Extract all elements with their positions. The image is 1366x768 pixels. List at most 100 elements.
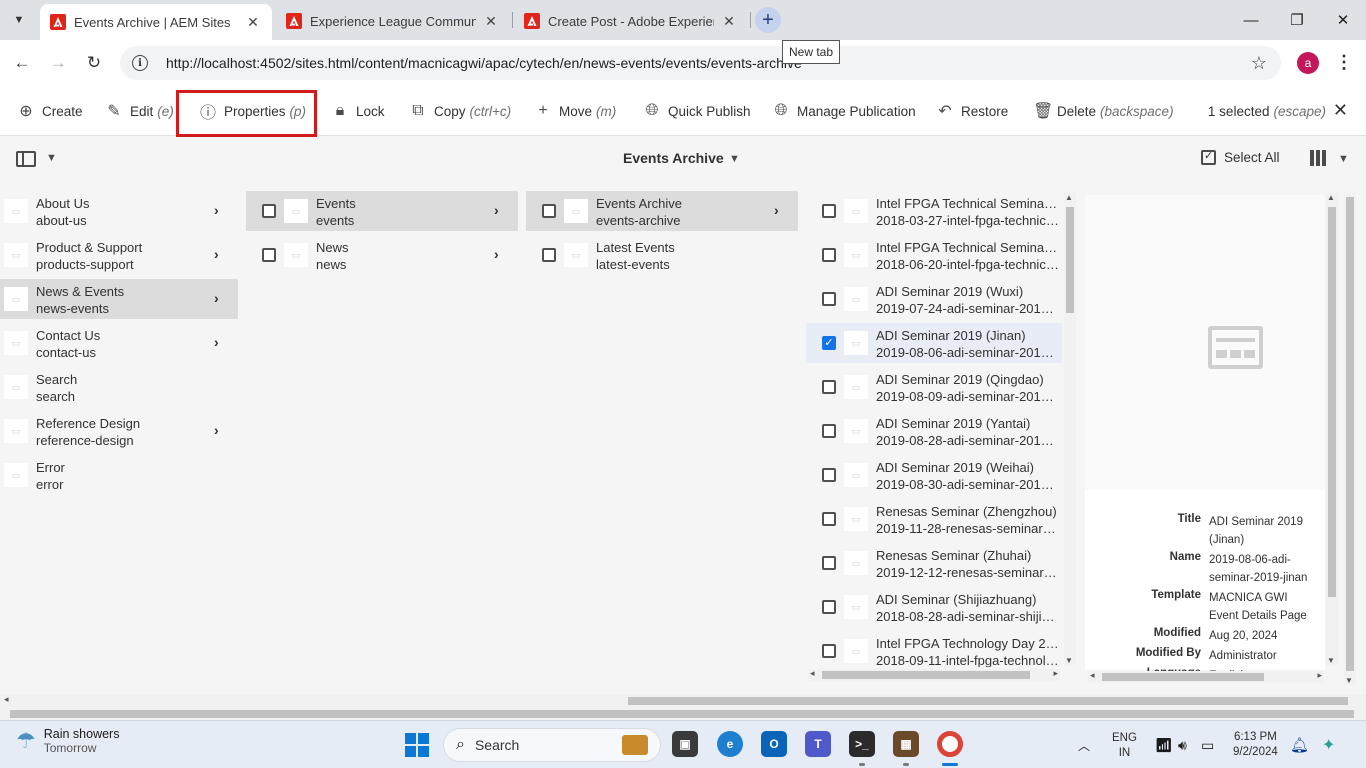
item-checkbox-checked[interactable]: ✓	[822, 336, 836, 350]
restore-button[interactable]: ↶ Restore	[937, 86, 1008, 136]
preview-hscrollbar[interactable]: ◂ ▸	[1088, 670, 1324, 683]
list-item[interactable]: ▭ Reference Design reference-design ›	[0, 411, 238, 451]
list-item[interactable]: ▭ Search search	[0, 367, 238, 407]
list-item[interactable]: ▭ Events Archive events-archive ›	[526, 191, 798, 231]
copy-button[interactable]: ⧉ Copy (ctrl+c)	[410, 86, 511, 136]
list-item[interactable]: ▭ Latest Events latest-events	[526, 235, 798, 275]
item-checkbox[interactable]	[822, 556, 836, 570]
list-item[interactable]: ▭ ADI Seminar 2019 (Wuxi) 2019-07-24-adi…	[806, 279, 1062, 319]
scrollbar-thumb[interactable]	[628, 697, 1348, 705]
move-button[interactable]: + Move (m)	[535, 86, 616, 136]
scroll-right-icon[interactable]: ▸	[1053, 668, 1058, 679]
minimize-icon[interactable]: —	[1228, 6, 1274, 34]
teams-icon[interactable]: T	[805, 731, 831, 757]
create-button[interactable]: ⊕ Create	[18, 86, 82, 136]
manage-publication-button[interactable]: 🌐︎ Manage Publication	[773, 86, 916, 136]
speaker-icon[interactable]: 🔊︎	[1178, 721, 1187, 768]
notification-bell-icon[interactable]: 🔔︎	[1290, 721, 1309, 768]
maximize-icon[interactable]: ❐	[1274, 6, 1320, 34]
taskbar-search[interactable]: ⌕ Search	[443, 728, 661, 762]
edge-icon[interactable]: e	[717, 731, 743, 757]
terminal-icon[interactable]: >_	[849, 731, 875, 757]
preview-scrollbar[interactable]: ▲ ▼	[1326, 193, 1338, 665]
scroll-up-icon[interactable]: ▲	[1327, 193, 1335, 202]
item-checkbox[interactable]	[822, 600, 836, 614]
app-icon[interactable]: ▦	[893, 731, 919, 757]
scroll-left-icon[interactable]: ◂	[4, 694, 9, 705]
list-item[interactable]: ▭ ADI Seminar 2019 (Yantai) 2019-08-28-a…	[806, 411, 1062, 451]
site-info-icon[interactable]: i	[132, 55, 148, 71]
list-item[interactable]: ▭ News & Events news-events ›	[0, 279, 238, 319]
scroll-down-icon[interactable]: ▼	[1345, 676, 1353, 685]
scrollbar-thumb[interactable]	[1102, 673, 1264, 681]
omnibox[interactable]: i http://localhost:4502/sites.html/conte…	[120, 46, 1281, 80]
browser-menu-icon[interactable]: ⋮	[1335, 52, 1353, 73]
scroll-left-icon[interactable]: ◂	[810, 668, 815, 679]
edit-button[interactable]: ✎ Edit (e)	[106, 86, 173, 136]
close-window-icon[interactable]: ✕	[1320, 6, 1366, 34]
page-title[interactable]: Events Archive	[623, 150, 724, 166]
quick-publish-button[interactable]: 🌐︎ Quick Publish	[644, 86, 751, 136]
scroll-down-icon[interactable]: ▼	[1327, 656, 1335, 665]
tray-overflow-icon[interactable]: ︿	[1078, 721, 1090, 768]
list-item[interactable]: ▭ ADI Seminar (Shijiazhuang) 2018-08-28-…	[806, 587, 1062, 627]
list-item[interactable]: ✓ ▭ ADI Seminar 2019 (Jinan) 2019-08-06-…	[806, 323, 1062, 363]
task-view-icon[interactable]: ▣	[672, 731, 698, 757]
item-checkbox[interactable]	[262, 248, 276, 262]
tab-create-post[interactable]: Create Post - Adobe Experience ✕	[514, 4, 748, 38]
list-item[interactable]: ▭ Contact Us contact-us ›	[0, 323, 238, 363]
chevron-down-icon[interactable]: ▼	[46, 152, 57, 164]
item-checkbox[interactable]	[542, 248, 556, 262]
item-checkbox[interactable]	[822, 204, 836, 218]
item-checkbox[interactable]	[822, 380, 836, 394]
scrollbar-thumb[interactable]	[10, 710, 1354, 718]
close-tab-icon[interactable]: ✕	[244, 13, 262, 31]
item-checkbox[interactable]	[822, 248, 836, 262]
chevron-down-icon[interactable]: ▼	[729, 153, 740, 165]
weather-widget[interactable]: ☂ Rain showers Tomorrow	[16, 727, 119, 755]
browser-hscrollbar[interactable]	[0, 708, 1366, 720]
scroll-right-icon[interactable]: ▸	[1317, 670, 1322, 681]
list-item[interactable]: ▭ ADI Seminar 2019 (Weihai) 2019-08-30-a…	[806, 455, 1062, 495]
item-checkbox[interactable]	[822, 644, 836, 658]
battery-icon[interactable]: ▭	[1201, 721, 1214, 768]
new-tab-button[interactable]: +	[755, 7, 781, 33]
column-4-scrollbar[interactable]: ▲ ▼	[1064, 193, 1076, 665]
copilot-icon[interactable]: ✦	[1322, 721, 1335, 768]
chevron-down-icon[interactable]: ▼	[1338, 153, 1349, 165]
list-item[interactable]: ▭ Renesas Seminar (Zhengzhou) 2019-11-28…	[806, 499, 1062, 539]
chrome-icon[interactable]	[937, 731, 963, 757]
outer-scrollbar[interactable]: ▼	[1344, 193, 1356, 685]
windows-start-icon[interactable]	[405, 733, 429, 757]
list-item[interactable]: ▭ Events events ›	[246, 191, 518, 231]
item-checkbox[interactable]	[822, 512, 836, 526]
scrollbar-thumb[interactable]	[1346, 197, 1354, 671]
item-checkbox[interactable]	[822, 424, 836, 438]
delete-button[interactable]: 🗑︎ Delete (backspace)	[1033, 86, 1174, 136]
item-checkbox[interactable]	[262, 204, 276, 218]
back-arrow-icon[interactable]: ←	[9, 50, 35, 76]
close-selection-icon[interactable]: ✕	[1333, 100, 1348, 121]
item-checkbox[interactable]	[822, 292, 836, 306]
scrollbar-thumb[interactable]	[1066, 207, 1074, 313]
bookmark-star-icon[interactable]: ☆	[1251, 53, 1267, 74]
tab-experience-league[interactable]: Experience League Community ✕	[276, 4, 510, 38]
list-item[interactable]: ▭ Renesas Seminar (Zhuhai) 2019-12-12-re…	[806, 543, 1062, 583]
item-checkbox[interactable]	[542, 204, 556, 218]
reload-icon[interactable]: ↻	[81, 50, 107, 76]
scroll-down-icon[interactable]: ▼	[1065, 656, 1073, 665]
close-tab-icon[interactable]: ✕	[482, 12, 500, 30]
tab-aem-sites[interactable]: Events Archive | AEM Sites ✕	[40, 4, 272, 40]
wifi-icon[interactable]: 📶︎	[1155, 721, 1173, 768]
tab-search-chevron-icon[interactable]: ▼	[6, 8, 32, 32]
outlook-icon[interactable]: O	[761, 731, 787, 757]
lock-button[interactable]: 🔒︎ Lock	[332, 86, 385, 136]
profile-avatar[interactable]: a	[1297, 52, 1319, 74]
item-checkbox[interactable]	[822, 468, 836, 482]
list-item[interactable]: ▭ Error error	[0, 455, 238, 495]
list-item[interactable]: ▭ About Us about-us ›	[0, 191, 238, 231]
list-item[interactable]: ▭ Intel FPGA Technical Seminar (... 2018…	[806, 235, 1062, 275]
close-tab-icon[interactable]: ✕	[720, 12, 738, 30]
scroll-up-icon[interactable]: ▲	[1065, 193, 1073, 202]
list-item[interactable]: ▭ ADI Seminar 2019 (Qingdao) 2019-08-09-…	[806, 367, 1062, 407]
